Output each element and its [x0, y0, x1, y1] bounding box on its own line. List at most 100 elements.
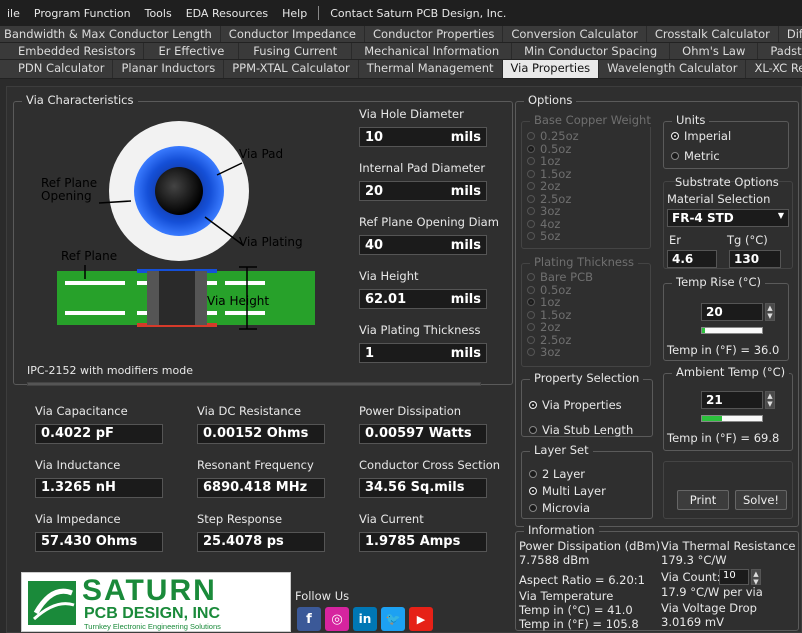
- tab-wavelength-calculator[interactable]: Wavelength Calculator: [599, 60, 747, 78]
- via-plating-thickness-input[interactable]: 1 mils: [359, 343, 487, 363]
- radio-dot: [529, 504, 537, 512]
- information-title: Information: [524, 523, 599, 537]
- tab-mechanical-information[interactable]: Mechanical Information: [352, 43, 513, 59]
- voltage-drop-label: Via Voltage Drop: [661, 601, 757, 615]
- options-title: Options: [524, 93, 577, 107]
- power-dissipation-dbm-label: Power Dissipation (dBm): [519, 539, 661, 553]
- internal-pad-diameter-label: Internal Pad Diameter: [359, 161, 486, 175]
- via-properties-radio[interactable]: Via Properties: [529, 398, 622, 412]
- ambient-temp-spinner[interactable]: ▲ ▼: [765, 391, 775, 409]
- tab-via-properties[interactable]: Via Properties: [502, 60, 600, 78]
- tab-xl-xc-reactance[interactable]: XL-XC Reactance: [746, 60, 802, 78]
- thermal-resistance-label: Via Thermal Resistance: [661, 539, 796, 553]
- radio-label: 3oz: [540, 345, 561, 359]
- via-height-value: 62.01: [365, 291, 407, 307]
- menu-eda-resources[interactable]: EDA Resources: [179, 7, 275, 20]
- tab-planar-inductors[interactable]: Planar Inductors: [113, 60, 225, 78]
- via-temp-c-text: Temp in (°C) = 41.0: [519, 603, 633, 617]
- youtube-icon[interactable]: ▶: [409, 607, 433, 631]
- aspect-ratio-text: Aspect Ratio = 6.20:1: [519, 573, 645, 587]
- material-selection-label: Material Selection: [667, 192, 771, 206]
- multi-layer-radio[interactable]: Multi Layer: [529, 484, 606, 498]
- tab-conversion-calculator[interactable]: Conversion Calculator: [503, 26, 647, 42]
- units-imperial-radio[interactable]: Imperial: [671, 129, 731, 143]
- tab-min-conductor-spacing[interactable]: Min Conductor Spacing: [512, 43, 671, 59]
- temp-rise-input[interactable]: 20: [701, 303, 763, 321]
- tab-er-effective[interactable]: Er Effective: [144, 43, 240, 59]
- solve-button[interactable]: Solve!: [735, 490, 787, 510]
- radio-dot: [527, 310, 535, 319]
- via-count-spinner[interactable]: ▲ ▼: [751, 569, 761, 586]
- tab-padstack-calculator[interactable]: Padstack Calculator: [758, 43, 802, 59]
- er-input[interactable]: 4.6: [667, 250, 717, 268]
- property-selection-title: Property Selection: [530, 371, 644, 385]
- menu-program-function[interactable]: Program Function: [27, 7, 138, 20]
- ref-plane-opening-diam-value: 40: [365, 237, 384, 253]
- material-select[interactable]: FR-4 STD ▼: [667, 209, 789, 227]
- spin-up-icon[interactable]: ▲: [767, 304, 772, 312]
- tab-thermal-management[interactable]: Thermal Management: [359, 60, 503, 78]
- menu-tools[interactable]: Tools: [138, 7, 179, 20]
- ref-plane-opening-diam-input[interactable]: 40 mils: [359, 235, 487, 255]
- plating-thickness-title: Plating Thickness: [530, 255, 638, 269]
- tg-input[interactable]: 130: [729, 250, 781, 268]
- base-copper-weight-option[interactable]: 5oz: [527, 229, 560, 243]
- resonant-frequency-label: Resonant Frequency: [197, 458, 314, 472]
- temp-rise-bar[interactable]: [701, 327, 763, 334]
- spin-down-icon[interactable]: ▼: [767, 400, 772, 408]
- via-count-input[interactable]: 10: [719, 569, 749, 585]
- via-height-input[interactable]: 62.01 mils: [359, 289, 487, 309]
- units-metric-radio[interactable]: Metric: [671, 149, 720, 163]
- tab-embedded-resistors[interactable]: Embedded Resistors: [0, 43, 145, 59]
- microvia-radio[interactable]: Microvia: [529, 501, 590, 515]
- substrate-options-title: Substrate Options: [675, 175, 779, 189]
- tab-pdn-calculator[interactable]: PDN Calculator: [0, 60, 114, 78]
- plating-thickness-option[interactable]: 3oz: [527, 345, 560, 359]
- via-stub-length-radio[interactable]: Via Stub Length: [529, 423, 633, 437]
- step-response-label: Step Response: [197, 512, 283, 526]
- tab-crosstalk-calculator[interactable]: Crosstalk Calculator: [647, 26, 779, 42]
- internal-pad-diameter-input[interactable]: 20 mils: [359, 181, 487, 201]
- power-dissipation-dbm-value: 7.7588 dBm: [519, 553, 590, 567]
- tab-row-1: Bandwidth & Max Conductor Length Conduct…: [0, 26, 802, 43]
- twitter-icon[interactable]: 🐦: [381, 607, 405, 631]
- menu-help[interactable]: Help: [275, 7, 314, 20]
- ambient-temp-bar[interactable]: [701, 415, 763, 422]
- tab-fusing-current[interactable]: Fusing Current: [239, 43, 353, 59]
- via-capacitance-label: Via Capacitance: [35, 404, 128, 418]
- tab-ohms-law[interactable]: Ohm's Law: [670, 43, 759, 59]
- tab-differential-pair[interactable]: Differential Pair: [779, 26, 802, 42]
- via-inductance-label: Via Inductance: [35, 458, 121, 472]
- instagram-icon[interactable]: ◎: [325, 607, 349, 631]
- via-hole-diameter-input[interactable]: 10 mils: [359, 127, 487, 147]
- via-hole-circle: [155, 167, 203, 215]
- facebook-icon[interactable]: f: [297, 607, 321, 631]
- menu-contact[interactable]: Contact Saturn PCB Design, Inc.: [323, 7, 513, 20]
- tab-conductor-impedance[interactable]: Conductor Impedance: [221, 26, 365, 42]
- temp-rise-f-label: Temp in (°F) = 36.0: [667, 343, 780, 357]
- via-dc-resistance-output: 0.00152 Ohms: [197, 424, 325, 444]
- spin-down-icon[interactable]: ▼: [767, 312, 772, 320]
- ambient-temp-bar-fill: [702, 416, 722, 421]
- spin-up-icon[interactable]: ▲: [753, 570, 758, 578]
- radio-dot: [527, 323, 535, 331]
- two-layer-radio[interactable]: 2 Layer: [529, 467, 585, 481]
- spin-up-icon[interactable]: ▲: [767, 392, 772, 400]
- linkedin-icon[interactable]: in: [353, 607, 377, 631]
- tab-bandwidth[interactable]: Bandwidth & Max Conductor Length: [0, 26, 221, 42]
- tab-ppm-xtal-calculator[interactable]: PPM-XTAL Calculator: [224, 60, 359, 78]
- menu-file[interactable]: ile: [0, 7, 27, 20]
- radio-dot: [527, 219, 535, 228]
- radio-dot: [527, 182, 535, 190]
- print-button[interactable]: Print: [677, 490, 729, 510]
- resonant-frequency-output: 6890.418 MHz: [197, 478, 325, 498]
- temp-rise-spinner[interactable]: ▲ ▼: [765, 303, 775, 321]
- unit-label: mils: [450, 237, 481, 253]
- mode-text: IPC-2152 with modifiers mode: [27, 364, 193, 377]
- radio-dot: [527, 194, 535, 203]
- follow-us-label: Follow Us: [295, 589, 350, 603]
- ambient-temp-input[interactable]: 21: [701, 391, 763, 409]
- tab-conductor-properties[interactable]: Conductor Properties: [365, 26, 504, 42]
- layer-set-title: Layer Set: [530, 443, 593, 457]
- radio-dot: [527, 348, 535, 356]
